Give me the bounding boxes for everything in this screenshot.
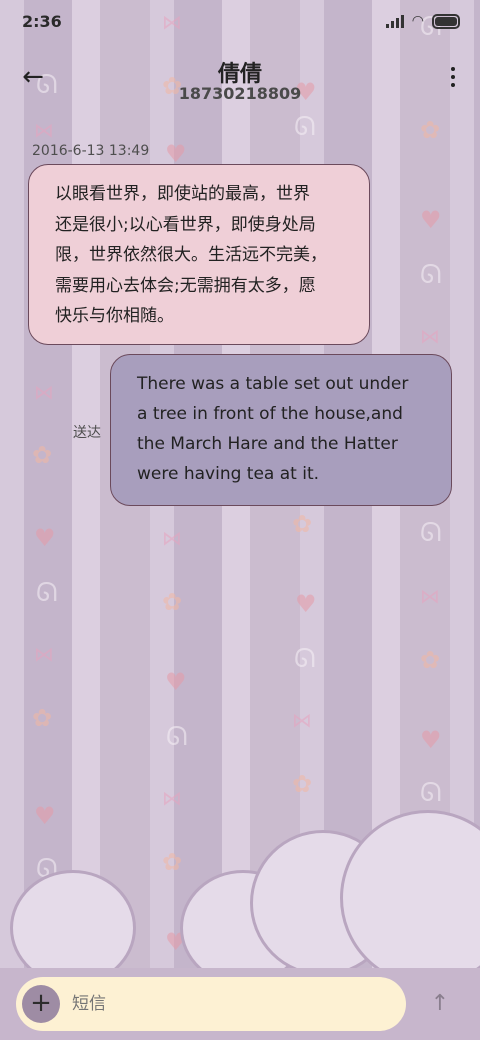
- flower-icon: ✿: [292, 510, 313, 538]
- heart-icon: ♥: [165, 668, 187, 696]
- system-icons: ◠: [385, 13, 460, 29]
- message-timestamp: 2016-6-13 13:49: [32, 143, 150, 159]
- flower-icon: ✿: [32, 704, 53, 732]
- status-time: 2:36: [22, 12, 62, 31]
- bow-icon: ⋈: [162, 526, 182, 550]
- composer-bar: + ↑: [0, 968, 480, 1040]
- delivery-status: 送达: [73, 425, 101, 441]
- message-line: There was a table set out under: [137, 374, 409, 394]
- conversation-header: ← 倩倩 18730218809: [0, 48, 480, 108]
- plus-icon[interactable]: +: [22, 985, 60, 1023]
- outgoing-message-bubble[interactable]: There was a table set out under a tree i…: [110, 354, 452, 506]
- incoming-message-bubble[interactable]: 以眼看世界，即使站的最高，世界 还是很小;以心看世界，即使身处局 限，世界依然很…: [28, 164, 370, 345]
- flower-icon: ✿: [32, 441, 53, 469]
- contact-number: 18730218809: [178, 84, 302, 103]
- message-input[interactable]: [72, 985, 392, 1023]
- message-line: 限，世界依然很大。生活远不完美，: [55, 245, 327, 265]
- bunny-icon: ᘏ: [294, 112, 316, 142]
- status-bar: 2:36 ◠: [0, 0, 480, 44]
- bow-icon: ⋈: [162, 786, 182, 810]
- composer-pill: +: [16, 977, 406, 1031]
- heart-icon: ♥: [420, 726, 442, 754]
- flower-icon: ✿: [162, 588, 183, 616]
- heart-icon: ♥: [165, 140, 187, 168]
- bow-icon: ⋈: [420, 584, 440, 608]
- bunny-icon: ᘏ: [420, 778, 442, 808]
- bunny-icon: ᘏ: [420, 260, 442, 290]
- heart-icon: ♥: [34, 802, 56, 830]
- battery-icon: [432, 13, 460, 29]
- signal-icon: [385, 14, 404, 28]
- bunny-icon: ᘏ: [166, 722, 188, 752]
- heart-icon: ♥: [295, 590, 317, 618]
- bow-icon: ⋈: [292, 708, 312, 732]
- heart-icon: ♥: [34, 524, 56, 552]
- bunny-icon: ᘏ: [294, 644, 316, 674]
- arrow-up-icon[interactable]: ↑: [424, 988, 456, 1020]
- bunny-icon: ᘏ: [420, 518, 442, 548]
- bow-icon: ⋈: [34, 118, 54, 142]
- message-line: 需要用心去体会;无需拥有太多，愿: [55, 275, 316, 296]
- flower-icon: ✿: [292, 770, 313, 798]
- message-line: 还是很小;以心看世界，即使身处局: [55, 214, 316, 235]
- bow-icon: ⋈: [420, 324, 440, 348]
- message-line: were having tea at it.: [137, 464, 320, 484]
- message-line: a tree in front of the house,and: [137, 404, 403, 424]
- wifi-icon: ◠: [411, 13, 424, 29]
- bunny-icon: ᘏ: [36, 578, 58, 608]
- flower-icon: ✿: [420, 116, 441, 144]
- bow-icon: ⋈: [34, 380, 54, 404]
- message-line: 以眼看世界，即使站的最高，世界: [55, 184, 310, 204]
- cloud-decoration: [10, 860, 150, 986]
- heart-icon: ♥: [420, 206, 442, 234]
- more-vertical-icon[interactable]: [446, 62, 460, 92]
- message-line: the March Hare and the Hatter: [137, 434, 398, 454]
- bow-icon: ⋈: [34, 642, 54, 666]
- flower-icon: ✿: [420, 646, 441, 674]
- message-line: 快乐与你相随。: [55, 306, 174, 326]
- cloud-decoration: [180, 810, 480, 986]
